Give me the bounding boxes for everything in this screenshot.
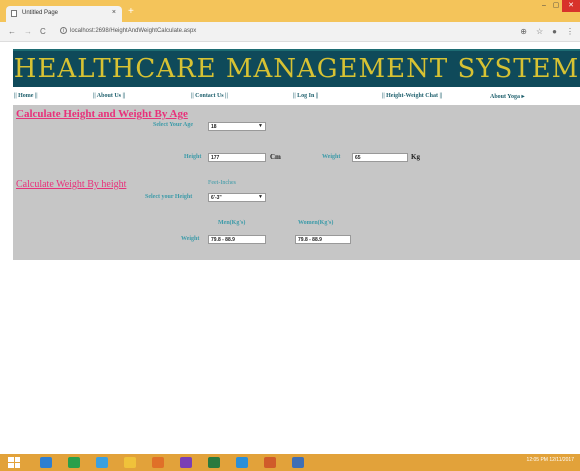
- calculator-panel: Calculate Height and Weight By Age Selec…: [13, 105, 580, 260]
- media-icon[interactable]: [152, 457, 164, 468]
- feet-inches-label: Feet-Inches: [208, 180, 236, 186]
- word-icon[interactable]: [292, 457, 304, 468]
- section-heading-by-height: Calculate Weight By height: [16, 179, 127, 190]
- main-menu: || Home || || About Us || || Contact Us …: [13, 90, 580, 104]
- url-field[interactable]: localhost:2698/HeightAndWeightCalculate.…: [70, 28, 196, 34]
- browser-tab[interactable]: Untitled Page ×: [6, 6, 122, 22]
- select-height-label: Select your Height: [145, 194, 193, 200]
- site-title: HEALTHCARE MANAGEMENT SYSTEM: [13, 54, 580, 84]
- weight-unit: Kg: [411, 153, 420, 161]
- visual-studio-icon[interactable]: [180, 457, 192, 468]
- zoom-icon[interactable]: ⊕: [520, 27, 527, 36]
- reload-icon[interactable]: C: [40, 27, 46, 36]
- menu-height-weight-chat[interactable]: || Height-Weight Chat ||: [382, 93, 442, 99]
- explorer-icon[interactable]: [124, 457, 136, 468]
- system-tray[interactable]: 12:05 PM 12/11/2017: [527, 457, 574, 463]
- tab-title: Untitled Page: [22, 10, 59, 16]
- address-bar-actions: ⊕ ☆ ● ⋮: [520, 27, 574, 36]
- browser-tab-bar: Untitled Page × + – ▢ ✕: [0, 0, 580, 22]
- men-weight-output[interactable]: 79.8 - 88.9: [208, 235, 266, 244]
- men-label: Men(Kg's): [218, 220, 246, 226]
- maximize-icon[interactable]: ▢: [550, 0, 562, 12]
- menu-icon[interactable]: ⋮: [566, 27, 574, 36]
- excel-icon[interactable]: [208, 457, 220, 468]
- women-weight-output[interactable]: 79.8 - 88.9: [295, 235, 351, 244]
- taskbar: 12:05 PM 12/11/2017: [0, 454, 580, 471]
- firefox-icon[interactable]: [96, 457, 108, 468]
- height-select[interactable]: 6'-3" ▼: [208, 193, 266, 202]
- windows-start-icon[interactable]: [8, 457, 20, 468]
- window-controls: – ▢ ✕: [538, 0, 580, 14]
- window-close-icon[interactable]: ✕: [562, 0, 580, 12]
- height-unit: Cm: [270, 153, 281, 161]
- forward-icon[interactable]: →: [24, 27, 32, 36]
- back-icon[interactable]: ←: [8, 27, 16, 36]
- women-label: Women(Kg's): [298, 220, 334, 226]
- weight-input[interactable]: 65: [352, 153, 408, 162]
- age-label: Select Your Age: [153, 122, 193, 128]
- menu-log-in[interactable]: || Log In ||: [293, 93, 318, 99]
- ie-icon[interactable]: [40, 457, 52, 468]
- new-tab-icon[interactable]: +: [128, 6, 134, 17]
- age-select[interactable]: 18 ▼: [208, 122, 266, 131]
- clock-date: 12/11/2017: [549, 457, 574, 463]
- paint-icon[interactable]: [264, 457, 276, 468]
- clock-time: 12:05 PM: [526, 457, 548, 463]
- result-weight-label: Weight: [181, 236, 200, 242]
- account-icon[interactable]: ●: [552, 27, 557, 36]
- minimize-icon[interactable]: –: [538, 0, 550, 12]
- chevron-down-icon: ▼: [258, 123, 263, 129]
- height-label: Height: [184, 154, 202, 160]
- menu-about-yoga[interactable]: About Yoga ▸: [490, 93, 524, 100]
- store-icon[interactable]: [68, 457, 80, 468]
- menu-about-us[interactable]: || About Us ||: [93, 93, 125, 99]
- info-icon[interactable]: i: [60, 27, 67, 34]
- menu-home[interactable]: || Home ||: [14, 93, 38, 99]
- star-icon[interactable]: ☆: [536, 27, 543, 36]
- page-icon: [11, 10, 17, 17]
- weight-label: Weight: [322, 154, 341, 160]
- chrome-icon[interactable]: [236, 457, 248, 468]
- address-bar: ← → C i localhost:2698/HeightAndWeightCa…: [0, 22, 580, 42]
- site-banner: HEALTHCARE MANAGEMENT SYSTEM: [13, 49, 580, 87]
- chevron-down-icon: ▼: [258, 194, 263, 200]
- close-icon[interactable]: ×: [112, 9, 116, 16]
- menu-contact-us[interactable]: || Contact Us ||: [191, 93, 228, 99]
- height-input[interactable]: 177: [208, 153, 266, 162]
- section-heading-by-age: Calculate Height and Weight By Age: [16, 108, 188, 120]
